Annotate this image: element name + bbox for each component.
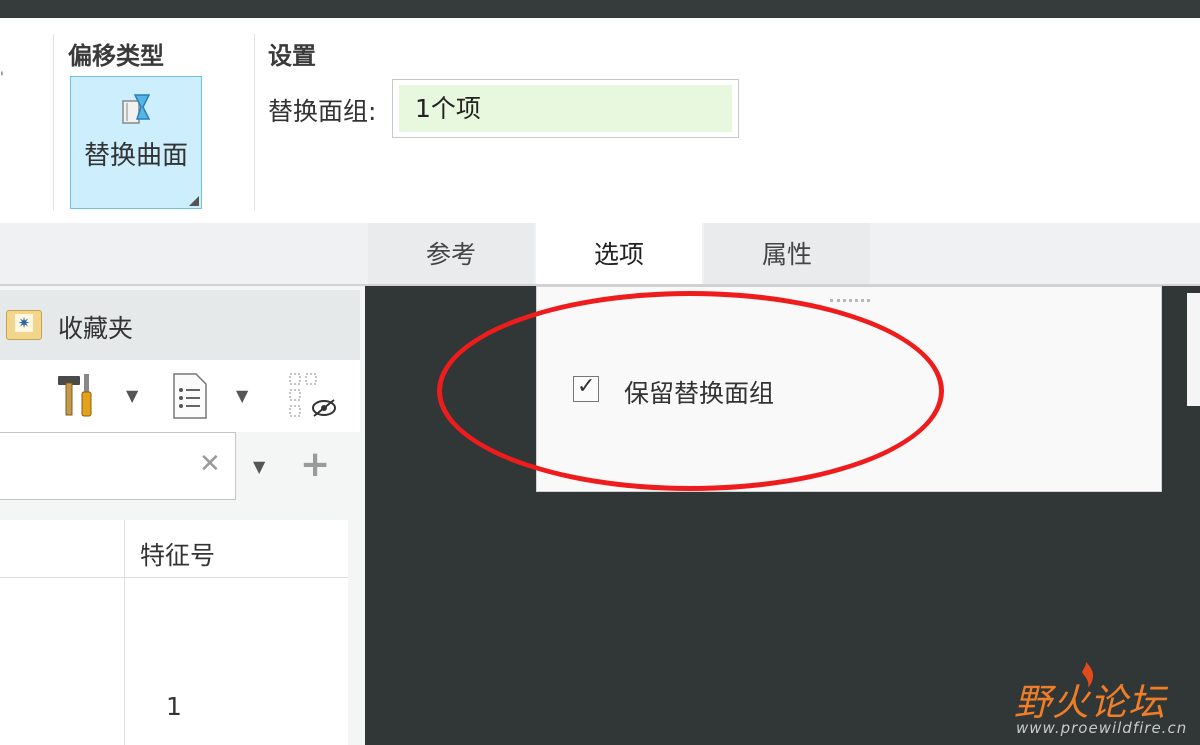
ribbon-separator [53,34,54,210]
replace-quilt-label: 替换面组: [268,97,377,126]
offset-type-group-title: 偏移类型 [68,42,164,70]
tree-column-divider[interactable] [124,520,125,745]
side-panel-edge [1187,293,1200,406]
add-filter-plus-icon[interactable]: + [300,444,330,485]
dashboard-tab-strip: 参考 选项 属性 [0,223,1200,285]
ribbon-left-edge-marker: ' [0,70,4,86]
settings-tools-icon[interactable] [56,372,100,420]
tree-search-input[interactable]: ✕ [0,432,236,500]
replace-surface-label: 替换曲面 [83,141,188,171]
title-bar [0,0,1200,18]
settings-group-title: 设置 [268,42,316,70]
favorites-row[interactable] [0,290,360,360]
ribbon-separator [254,34,255,210]
replace-quilt-collector[interactable]: 1个项 [392,79,739,138]
search-filter-caret-icon[interactable]: ▼ [253,457,265,476]
favorites-label[interactable]: 收藏夹 [58,309,133,345]
tab-properties[interactable]: 属性 [704,223,870,285]
annotation-ellipse [437,291,944,491]
expand-corner-icon [189,196,199,206]
replace-surface-button[interactable]: 替换曲面 [70,76,202,209]
replace-quilt-value: 1个项 [399,85,732,132]
show-list-icon[interactable] [170,372,210,420]
panel-grip[interactable] [830,299,870,305]
show-dropdown-caret-icon[interactable]: ▼ [236,386,248,405]
feature-number-cell: 1 [166,692,182,721]
feature-number-column-header[interactable]: 特征号 [140,536,215,572]
tab-options[interactable]: 选项 [536,223,702,285]
replace-surface-icon [122,94,151,124]
watermark-url: www.proewildfire.cn [1016,719,1188,737]
tab-references[interactable]: 参考 [368,223,534,285]
clear-search-icon[interactable]: ✕ [199,449,221,479]
favorites-folder-icon: ✷ [6,310,42,340]
flame-logo-icon [1082,662,1094,688]
settings-dropdown-caret-icon[interactable]: ▼ [126,386,138,405]
hide-items-icon[interactable] [288,372,336,420]
